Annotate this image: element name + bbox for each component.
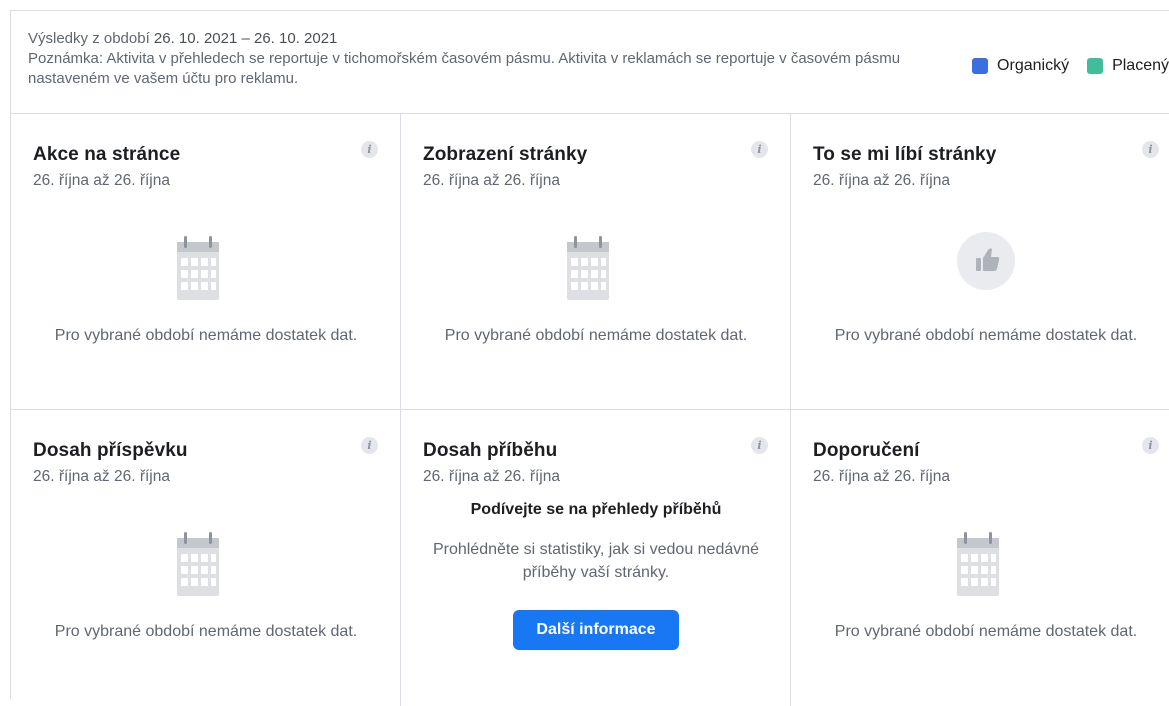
legend-item-paid: Placený [1087, 57, 1169, 75]
card-recommendations: Doporučení 26. října až 26. října i Pro … [791, 410, 1169, 706]
card-post-reach: Dosah příspěvku 26. října až 26. října i… [11, 410, 401, 706]
card-date: 26. října až 26. října [423, 468, 560, 485]
info-icon[interactable]: i [361, 437, 378, 454]
card-title: Akce na stránce [33, 144, 181, 165]
legend: Organický Placený [954, 57, 1169, 75]
info-icon[interactable]: i [1142, 437, 1159, 454]
insights-panel: Výsledky z období 26. 10. 2021 – 26. 10.… [10, 10, 1169, 706]
story-insights-heading: Podívejte se na přehledy příběhů [470, 501, 722, 518]
legend-label-organic: Organický [997, 57, 1070, 74]
calendar-icon [957, 532, 999, 596]
card-page-likes: To se mi líbí stránky 26. října až 26. ř… [791, 114, 1169, 410]
legend-label-paid: Placený [1112, 57, 1169, 74]
card-title: Dosah příběhu [423, 440, 558, 461]
card-title: Zobrazení stránky [423, 144, 588, 165]
card-page-actions: Akce na stránce 26. října až 26. října i… [11, 114, 401, 410]
empty-state-message: Pro vybrané období nemáme dostatek dat. [54, 623, 358, 640]
paid-swatch [1087, 58, 1104, 74]
timezone-note: Poznámka: Aktivita v přehledech se repor… [28, 50, 901, 87]
card-date: 26. října až 26. října [813, 172, 950, 189]
results-prefix: Výsledky z období [28, 30, 154, 47]
info-icon[interactable]: i [1142, 141, 1159, 158]
empty-state-message: Pro vybrané období nemáme dostatek dat. [444, 327, 748, 344]
card-date: 26. října až 26. října [33, 172, 170, 189]
card-story-reach: Dosah příběhu 26. října až 26. října i P… [401, 410, 791, 706]
empty-state-message: Pro vybrané období nemáme dostatek dat. [834, 327, 1138, 344]
results-header: Výsledky z období 26. 10. 2021 – 26. 10.… [11, 11, 1169, 114]
card-title: To se mi líbí stránky [813, 144, 997, 165]
info-icon[interactable]: i [751, 437, 768, 454]
card-title: Dosah příspěvku [33, 440, 188, 461]
card-date: 26. října až 26. října [813, 468, 950, 485]
card-title: Doporučení [813, 440, 920, 461]
legend-item-organic: Organický [972, 57, 1069, 75]
card-date: 26. října až 26. října [33, 468, 170, 485]
empty-state-message: Pro vybrané období nemáme dostatek dat. [54, 327, 358, 344]
learn-more-button[interactable]: Další informace [513, 610, 679, 650]
info-icon[interactable]: i [361, 141, 378, 158]
calendar-icon [177, 236, 219, 300]
results-description: Výsledky z období 26. 10. 2021 – 26. 10.… [28, 29, 938, 89]
card-page-views: Zobrazení stránky 26. října až 26. října… [401, 114, 791, 410]
empty-state-message: Pro vybrané období nemáme dostatek dat. [834, 623, 1138, 640]
calendar-icon [177, 532, 219, 596]
info-icon[interactable]: i [751, 141, 768, 158]
story-insights-description: Prohlédněte si statistiky, jak si vedou … [432, 541, 760, 581]
organic-swatch [972, 58, 989, 74]
calendar-icon [567, 236, 609, 300]
thumbs-up-icon [957, 232, 1015, 290]
date-range: 26. 10. 2021 – 26. 10. 2021 [153, 30, 338, 47]
card-date: 26. října až 26. října [423, 172, 560, 189]
